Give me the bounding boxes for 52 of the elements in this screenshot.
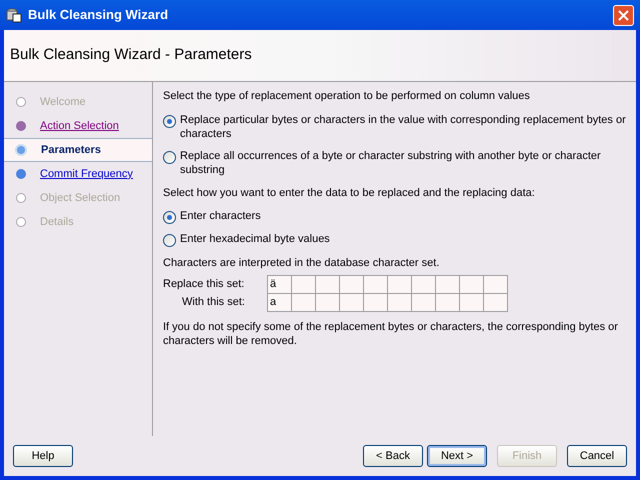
char-input-field[interactable] [411, 274, 436, 294]
step-label: Welcome [40, 94, 86, 110]
radio-button[interactable] [163, 211, 176, 224]
char-input-field[interactable] [483, 274, 508, 294]
char-input-field[interactable] [291, 292, 316, 312]
char-input-field[interactable]: a [267, 292, 292, 312]
radio-label: Enter characters [180, 209, 261, 223]
char-input-field[interactable] [315, 274, 340, 294]
char-input-field[interactable] [315, 292, 340, 312]
radio-button[interactable] [163, 114, 176, 128]
set-label: Replace this set: [163, 277, 246, 292]
char-input-field[interactable] [339, 274, 364, 294]
radio-label: Enter hexadecimal byte values [180, 232, 330, 246]
charset-note: Characters are interpreted in the database character set. [163, 256, 440, 271]
char-input-field[interactable] [459, 274, 484, 294]
entry-prompt: Select how you want to enter the data to be replaced and the replacing data: [163, 186, 536, 200]
char-input-field[interactable] [339, 292, 364, 312]
page-title: Bulk Cleansing Wizard - Parameters [10, 45, 252, 66]
step-label: Action Selection [40, 118, 119, 134]
char-input-field[interactable] [483, 292, 508, 312]
radio-button[interactable] [163, 234, 176, 247]
char-input-field[interactable] [387, 274, 412, 294]
char-input-field[interactable] [387, 292, 412, 312]
step-item[interactable]: Parameters [4, 138, 152, 162]
char-input-field[interactable] [459, 292, 484, 312]
char-input-field[interactable] [411, 292, 436, 312]
window-title: Bulk Cleansing Wizard [28, 6, 170, 24]
set-label: With this set: [181, 295, 246, 310]
char-input-field[interactable] [363, 292, 388, 312]
step-label: Details [40, 214, 74, 230]
close-button[interactable] [613, 4, 634, 26]
dialog-button[interactable]: < Back [363, 445, 423, 467]
app-icon [6, 7, 22, 23]
step-item[interactable]: Action Selection [4, 114, 152, 138]
radio-label: Replace particular bytes or characters in the value with corresponding replacement bytes or characters [180, 112, 626, 140]
radio-button[interactable] [163, 150, 176, 164]
char-input-field[interactable]: ä [267, 274, 292, 294]
step-label: Parameters [41, 142, 101, 158]
radio-label: Replace all occurrences of a byte or character substring with another byte or character substring [180, 148, 602, 176]
dialog-button[interactable]: Cancel [567, 445, 627, 467]
step-label: Commit Frequency [40, 166, 133, 182]
char-input-field[interactable] [435, 274, 460, 294]
dialog-button[interactable]: Next > [427, 445, 487, 467]
char-input-field[interactable] [291, 274, 316, 294]
operation-prompt: Select the type of replacement operation to be performed on column values [163, 89, 531, 104]
dialog-button[interactable]: Help [13, 445, 73, 467]
step-item[interactable]: Commit Frequency [4, 162, 152, 186]
close-icon [618, 10, 629, 20]
char-input-field[interactable] [363, 274, 388, 294]
step-label: Object Selection [40, 190, 120, 206]
char-input-field[interactable] [435, 292, 460, 312]
removal-note: If you do not specify some of the replacement bytes or characters, the corresponding bytes or characters will be removed. [163, 320, 619, 348]
